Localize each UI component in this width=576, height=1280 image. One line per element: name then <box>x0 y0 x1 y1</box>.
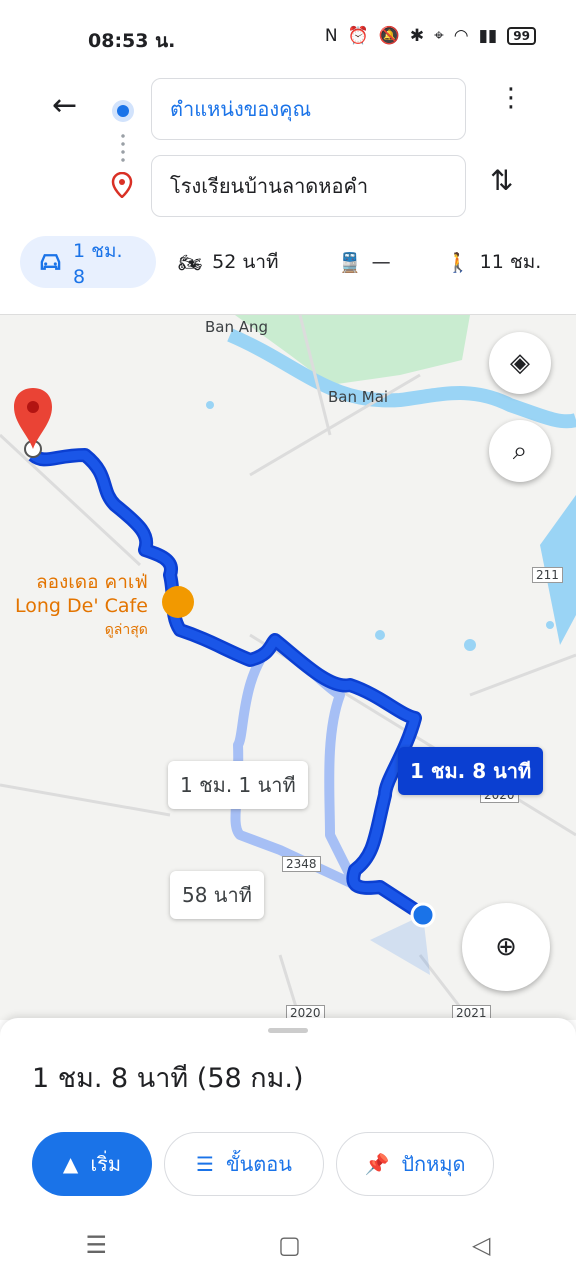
steps-label: ขั้นตอน <box>225 1152 292 1176</box>
mode-walk[interactable]: 🚶 11 ชม. <box>446 236 541 288</box>
layers-button[interactable]: ◈ <box>489 332 551 394</box>
road-shield: 2348 <box>282 856 321 872</box>
crosshair-icon: ⊕ <box>495 932 517 962</box>
origin-dot-icon <box>112 100 134 122</box>
place-label: Ban Ang <box>205 318 269 336</box>
destination-pin-icon <box>111 172 133 198</box>
mode-car-label: 1 ชม. 8 <box>72 240 123 288</box>
my-location-button[interactable]: ⊕ <box>462 903 550 991</box>
search-icon: ⌕ <box>512 435 528 466</box>
mode-walk-label: 11 ชม. <box>479 251 542 273</box>
map-view[interactable]: Ban Ang Ban Mai ลองเดอ คาเฟ่ Long De' Ca… <box>0 315 576 1020</box>
walk-icon: 🚶 <box>446 251 470 274</box>
home-icon[interactable]: ▢ <box>278 1231 301 1259</box>
travel-modes: 1 ชม. 8 🏍 52 นาที 🚆 — 🚶 11 ชม. <box>0 236 576 288</box>
mode-transit-label: — <box>371 251 391 273</box>
poi-name-en: Long De' Cafe <box>15 595 148 617</box>
poi-note: ดูล่าสุด <box>104 622 148 638</box>
steps-button[interactable]: ☰ ขั้นตอน <box>164 1132 324 1196</box>
alarm-icon: ⏰ <box>347 26 369 46</box>
layers-icon: ◈ <box>510 348 530 378</box>
motorcycle-icon: 🏍 <box>178 251 203 274</box>
drag-handle[interactable] <box>268 1028 308 1033</box>
route-dots <box>121 132 125 166</box>
road-shield: 211 <box>532 567 563 583</box>
back-arrow-icon[interactable]: ← <box>52 88 77 123</box>
origin-field[interactable]: ตำแหน่งของคุณ <box>151 78 466 140</box>
nfc-icon: N <box>324 26 338 46</box>
route-summary: 1 ชม. 8 นาที (58 กม.) <box>32 1063 304 1094</box>
more-options-icon[interactable]: ⋮ <box>498 85 524 111</box>
start-label: เริ่ม <box>90 1152 122 1176</box>
battery-icon: 99 <box>507 27 536 45</box>
clock: 08:53 น. <box>88 30 176 52</box>
pin-icon: 📌 <box>364 1152 390 1176</box>
navigation-arrow-icon: ▲ <box>62 1152 79 1176</box>
poi-name-th: ลองเดอ คาเฟ่ <box>35 571 148 593</box>
mode-motorcycle[interactable]: 🏍 52 นาที <box>178 236 279 288</box>
wifi-icon: ◠ <box>453 26 469 46</box>
destination-field[interactable]: โรงเรียนบ้านลาดหอคำ <box>151 155 466 217</box>
location-icon: ⌖ <box>434 26 444 46</box>
list-icon: ☰ <box>196 1152 214 1176</box>
status-bar: 08:53 น. N ⏰ 🔕 ✱ ⌖ ◠ ▮▮ 99 <box>0 0 576 70</box>
pin-button[interactable]: 📌 ปักหมุด <box>336 1132 494 1196</box>
poi-cafe[interactable]: ลองเดอ คาเฟ่ Long De' Cafe ดูล่าสุด <box>15 570 148 642</box>
route-label-alt1[interactable]: 1 ชม. 1 นาที <box>168 761 308 809</box>
mute-icon: 🔕 <box>378 26 400 46</box>
start-button[interactable]: ▲ เริ่ม <box>32 1132 152 1196</box>
system-nav-bar: ☰ ▢ ◁ <box>0 1210 576 1280</box>
swap-icon[interactable]: ⇅ <box>490 164 513 197</box>
recents-icon[interactable]: ☰ <box>86 1231 108 1259</box>
car-icon <box>40 254 61 270</box>
mode-motorcycle-label: 52 นาที <box>212 251 279 273</box>
place-label: Ban Mai <box>328 388 389 406</box>
bluetooth-icon: ✱ <box>409 26 425 46</box>
mode-transit[interactable]: 🚆 — <box>338 236 391 288</box>
directions-panel: ← ตำแหน่งของคุณ โรงเรียนบ้านลาดหอคำ ⋮ ⇅ … <box>0 70 576 315</box>
back-icon[interactable]: ◁ <box>472 1231 490 1259</box>
mode-car[interactable]: 1 ชม. 8 <box>20 236 156 288</box>
train-icon: 🚆 <box>338 251 362 274</box>
route-label-main[interactable]: 1 ชม. 8 นาที <box>398 747 544 795</box>
search-button[interactable]: ⌕ <box>489 420 551 482</box>
route-label-alt2[interactable]: 58 นาที <box>170 871 264 919</box>
signal-icon: ▮▮ <box>478 26 498 46</box>
pin-label: ปักหมุด <box>401 1152 466 1176</box>
